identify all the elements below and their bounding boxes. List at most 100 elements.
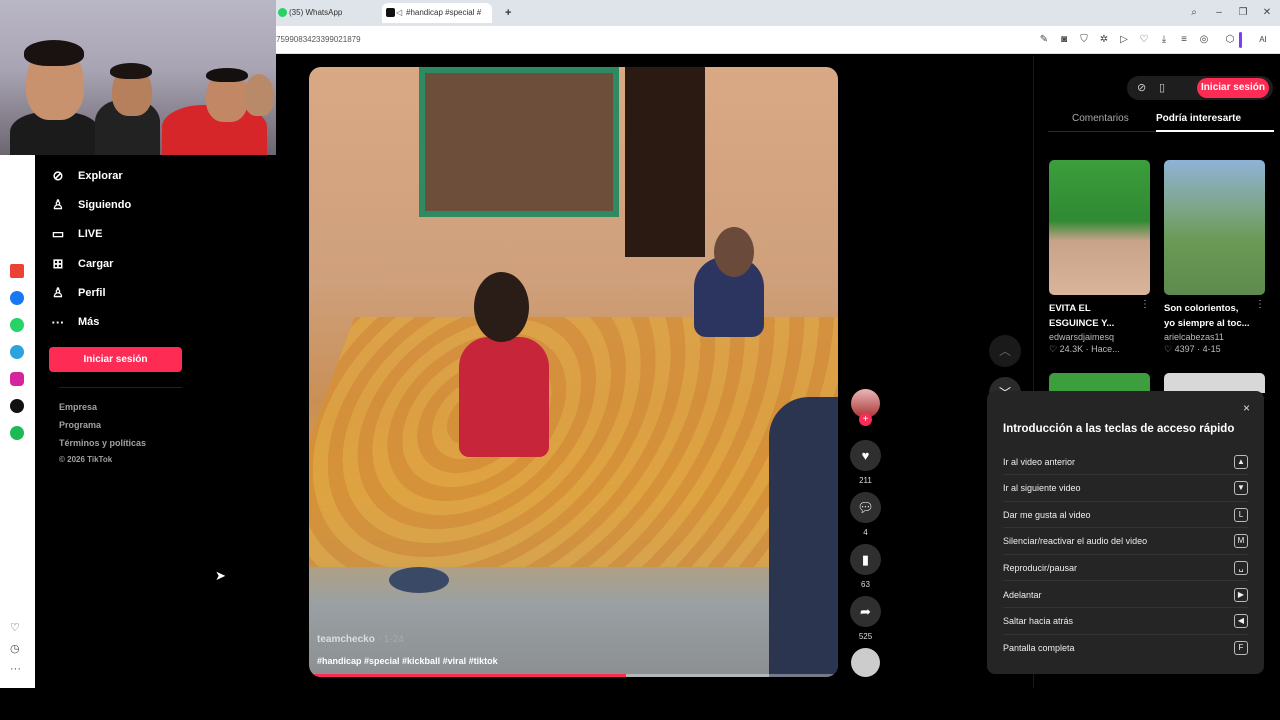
- webcam-overlay: [0, 0, 276, 155]
- tab-whatsapp[interactable]: (35) WhatsApp: [278, 3, 374, 23]
- messenger-icon[interactable]: [10, 291, 24, 305]
- music-disc-icon[interactable]: [851, 648, 880, 677]
- tiktok-sidebar: ⊘ Explorar ♙ Siguiendo ▭ LIVE ⊞ Cargar ♙…: [35, 155, 276, 688]
- nav-explorar[interactable]: ⊘ Explorar: [49, 164, 123, 188]
- play-icon[interactable]: ▷: [1118, 34, 1130, 46]
- instagram-icon[interactable]: [10, 372, 24, 386]
- tiktok-icon: [386, 8, 395, 17]
- like-count: 211: [859, 476, 872, 485]
- more-options-icon[interactable]: ⋮: [1255, 299, 1265, 310]
- video-progress-bar[interactable]: [309, 674, 838, 677]
- search-icon[interactable]: ⌕: [1188, 7, 1200, 19]
- history-icon[interactable]: ◷: [10, 642, 20, 655]
- download-icon[interactable]: ⤓: [1158, 34, 1170, 46]
- nav-label: LIVE: [78, 228, 103, 240]
- card-thumbnail[interactable]: [1164, 160, 1265, 295]
- heart-icon: ♥: [861, 448, 870, 463]
- telegram-icon[interactable]: [10, 345, 24, 359]
- browser-tab-bar: (35) WhatsApp ◁ #handicap #special # + ⌕…: [276, 0, 1280, 26]
- shortcut-key: ▶: [1234, 587, 1248, 602]
- card-user[interactable]: arielcabezas11: [1164, 332, 1265, 342]
- tab-underline: [1156, 130, 1274, 132]
- card-title: EVITA EL ESGUINCE Y...: [1049, 303, 1115, 329]
- divider: [59, 387, 182, 388]
- restore-icon[interactable]: ❐: [1237, 7, 1249, 19]
- favorite-icon[interactable]: ♡: [10, 621, 20, 634]
- card-user[interactable]: edwarsdjaimesq: [1049, 332, 1150, 342]
- phone-icon[interactable]: ▯: [1159, 81, 1165, 94]
- nav-perfil[interactable]: ♙ Perfil: [49, 281, 105, 305]
- bookmark-icon: ▮: [861, 551, 870, 567]
- close-window-icon[interactable]: ✕: [1261, 7, 1273, 19]
- tab-comentarios[interactable]: Comentarios: [1072, 113, 1129, 124]
- card-thumbnail[interactable]: [1049, 373, 1150, 393]
- login-button[interactable]: Iniciar sesión: [49, 347, 182, 372]
- url-text[interactable]: 7599083423399021879: [276, 35, 361, 44]
- author-name[interactable]: teamchecko: [317, 634, 375, 645]
- card-thumbnail[interactable]: [1049, 160, 1150, 295]
- recommended-card[interactable]: Son colorientos, yo siempre al toc... ar…: [1164, 160, 1265, 355]
- gmail-icon[interactable]: [10, 264, 24, 278]
- recommended-card[interactable]: EVITA EL ESGUINCE Y... edwarsdjaimesq ♡ …: [1049, 160, 1150, 355]
- shortcut-label: Saltar hacia atrás: [1003, 616, 1074, 627]
- compass-icon[interactable]: ⊘: [1137, 81, 1146, 94]
- shortcut-row: Pantalla completa F: [1003, 635, 1248, 661]
- minimize-icon[interactable]: –: [1213, 7, 1225, 19]
- shortcut-label: Ir al siguiente video: [1003, 483, 1081, 494]
- video-player[interactable]: teamchecko · 1-24 #handicap #special #ki…: [309, 67, 838, 677]
- footer-empresa[interactable]: Empresa: [59, 402, 97, 412]
- previous-video-button[interactable]: ︿: [989, 335, 1021, 367]
- tab-tiktok[interactable]: ◁ #handicap #special #: [382, 3, 492, 23]
- sandal-shape: [389, 567, 449, 593]
- extension-icon[interactable]: ✲: [1098, 34, 1110, 46]
- nav-siguiendo[interactable]: ♙ Siguiendo: [49, 193, 131, 217]
- door-shape: [625, 67, 705, 257]
- nav-live[interactable]: ▭ LIVE: [49, 222, 103, 246]
- tab-podria-interesarte[interactable]: Podría interesarte: [1156, 113, 1241, 124]
- card-thumbnail[interactable]: [1164, 373, 1265, 393]
- nav-cargar[interactable]: ⊞ Cargar: [49, 252, 114, 276]
- close-icon[interactable]: ×: [1243, 401, 1250, 415]
- browser-sidebar-strip: ♡ ◷ ···: [0, 155, 35, 688]
- video-hashtags[interactable]: #handicap #special #kickball #viral #tik…: [317, 656, 498, 666]
- footer-terminos[interactable]: Términos y políticas: [59, 438, 146, 448]
- shortcut-label: Reproducir/pausar: [1003, 562, 1078, 573]
- comment-button[interactable]: 💬︎: [850, 492, 881, 523]
- save-button[interactable]: ▮: [850, 544, 881, 575]
- nav-mas[interactable]: ··· Más: [49, 310, 100, 334]
- new-tab-button[interactable]: +: [502, 3, 516, 23]
- shortcut-row: Dar me gusta al video L: [1003, 502, 1248, 529]
- window-shape: [419, 67, 619, 217]
- shortcut-key: ␣: [1234, 560, 1248, 575]
- spotify-icon[interactable]: [10, 426, 24, 440]
- card-stats: ♡ 24.3K · Hace...: [1049, 344, 1120, 354]
- child-head: [714, 227, 754, 277]
- menu-icon[interactable]: ≡: [1178, 34, 1190, 46]
- heart-icon[interactable]: ♡: [1138, 34, 1150, 46]
- child-head: [474, 272, 529, 342]
- shortcut-row: Silenciar/reactivar el audio del video M: [1003, 529, 1248, 555]
- person-icon: ♙: [52, 197, 64, 212]
- sidebar-indicator: [1239, 32, 1242, 48]
- login-button[interactable]: Iniciar sesión: [1197, 78, 1269, 98]
- edit-icon[interactable]: ✎: [1038, 34, 1050, 46]
- whatsapp-icon[interactable]: [10, 318, 24, 332]
- share-button[interactable]: ➦: [850, 596, 881, 627]
- video-author[interactable]: teamchecko · 1-24: [317, 634, 404, 645]
- account-icon[interactable]: ◎: [1198, 34, 1210, 46]
- more-icon[interactable]: ···: [10, 663, 21, 675]
- cube-icon[interactable]: ⬡: [1224, 34, 1236, 46]
- shortcut-row: Ir al video anterior ▲: [1003, 449, 1248, 475]
- mouse-cursor: ➤: [215, 568, 226, 583]
- nav-label: Explorar: [78, 170, 123, 182]
- comment-icon: 💬︎: [857, 499, 874, 515]
- follow-plus-icon[interactable]: +: [859, 413, 872, 426]
- more-options-icon[interactable]: ⋮: [1140, 299, 1150, 310]
- footer-programa[interactable]: Programa: [59, 420, 101, 430]
- ai-button[interactable]: AI: [1250, 34, 1276, 46]
- camera-icon[interactable]: ◙: [1058, 34, 1070, 46]
- like-button[interactable]: ♥: [850, 440, 881, 471]
- shield-icon[interactable]: ⛉: [1078, 34, 1090, 46]
- share-count: 525: [858, 632, 873, 641]
- tiktok-icon[interactable]: [10, 399, 24, 413]
